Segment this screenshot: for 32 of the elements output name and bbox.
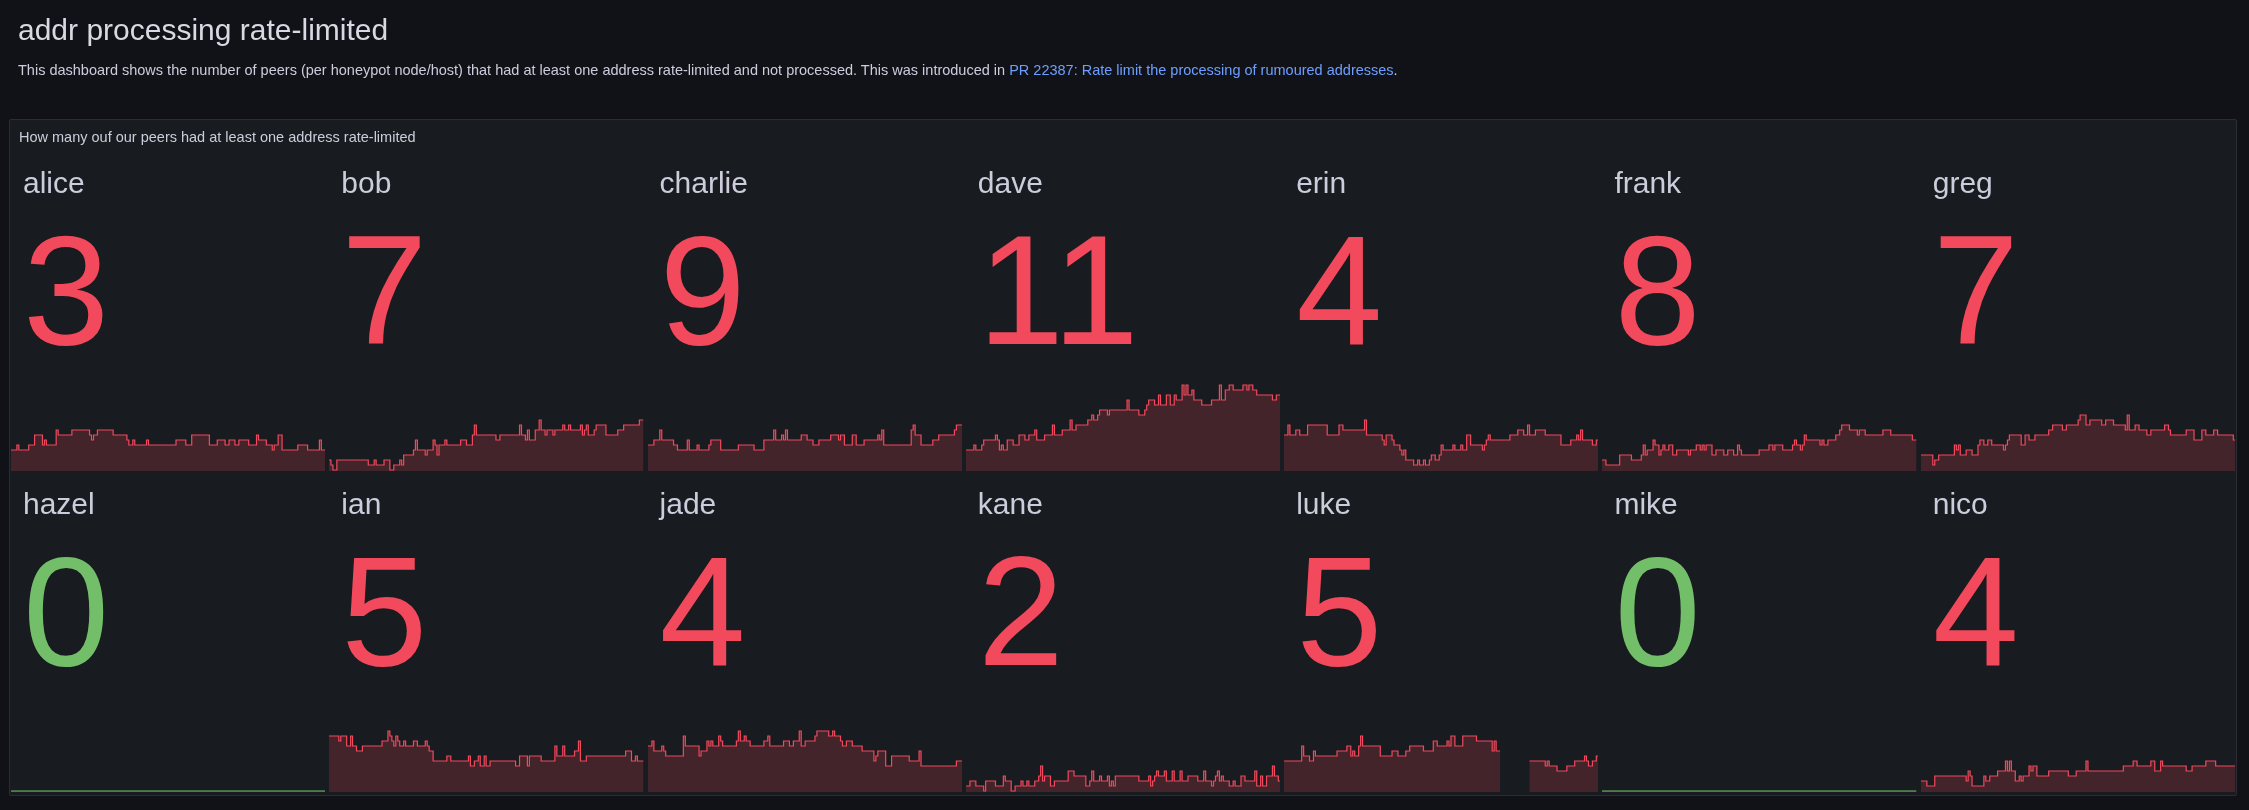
peer-name: kane — [977, 486, 1043, 522]
stat-value: 4 — [1932, 534, 2019, 689]
peer-name: bob — [341, 165, 392, 201]
stat-value: 8 — [1614, 213, 1701, 368]
stat-value: 7 — [1932, 213, 2019, 368]
stat-value: 2 — [977, 534, 1065, 689]
stat-value: 4 — [1296, 213, 1383, 368]
peer-name: jade — [659, 486, 717, 522]
peer-name: ian — [341, 486, 382, 522]
stat-value: 0 — [23, 534, 110, 689]
stat-value: 9 — [659, 213, 746, 368]
dashboard-title: addr processing rate-limited — [18, 12, 390, 48]
panel-title: How many ouf our peers had at least one address rate-limited — [19, 128, 416, 147]
peer-name: mike — [1614, 486, 1678, 522]
peer-name: luke — [1296, 486, 1352, 522]
peer-name: alice — [23, 165, 85, 201]
peer-name: charlie — [659, 165, 748, 201]
stat-value: 4 — [659, 534, 746, 689]
stat-value: 3 — [23, 213, 110, 368]
stat-value: 11 — [977, 213, 1139, 368]
stat-value: 7 — [341, 213, 428, 368]
peer-name: dave — [977, 165, 1043, 201]
stat-value: 5 — [341, 534, 428, 689]
dashboard-description: This dashboard shows the number of peers (per honeypot node/host) that had at least one address rate-limited and not processed. This was introduced in PR 22387: Rate limit the processing of rumoured addresses. — [18, 61, 1399, 80]
peer-name: greg — [1932, 165, 1993, 201]
stat-value: 0 — [1614, 534, 1701, 689]
peer-name: erin — [1296, 165, 1347, 201]
stat-value: 5 — [1296, 534, 1383, 689]
peer-name: hazel — [23, 486, 95, 522]
peer-name: frank — [1614, 165, 1682, 201]
pr-link[interactable]: PR 22387: Rate limit the processing of rumoured addresses — [1009, 62, 1394, 78]
peer-name: nico — [1932, 486, 1988, 522]
